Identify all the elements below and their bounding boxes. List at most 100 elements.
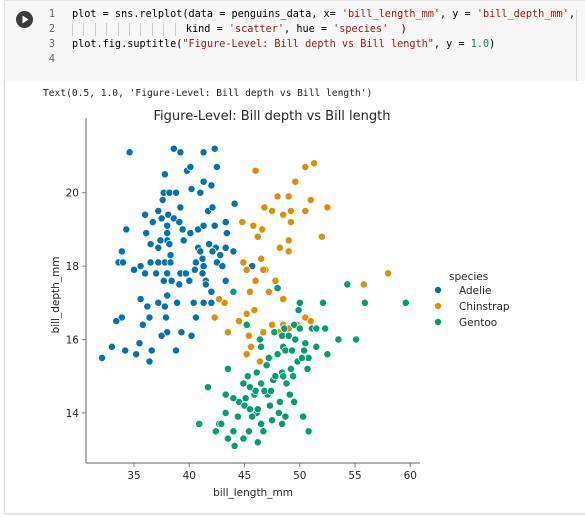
data-point-adelie — [157, 331, 166, 340]
data-point-adelie — [152, 269, 161, 278]
data-point-gentoo — [204, 383, 212, 392]
data-point-chinstrap — [264, 287, 273, 296]
data-point-adelie — [163, 229, 172, 238]
data-point-chinstrap — [286, 218, 295, 227]
data-point-gentoo — [267, 386, 275, 395]
data-point-gentoo — [401, 298, 410, 307]
data-point-gentoo — [239, 379, 248, 388]
data-point-adelie — [122, 225, 131, 234]
data-point-adelie — [175, 218, 184, 227]
data-point-gentoo — [256, 335, 264, 344]
data-point-adelie — [181, 269, 190, 278]
data-point-adelie — [130, 265, 138, 274]
data-point-adelie — [186, 163, 195, 171]
series-gentoo — [195, 280, 410, 450]
data-point-adelie — [230, 199, 239, 208]
data-point-adelie — [167, 276, 176, 285]
data-point-adelie — [159, 276, 168, 285]
data-point-chinstrap — [359, 280, 368, 289]
data-point-adelie — [190, 265, 199, 274]
x-tick-label: 45 — [238, 470, 251, 482]
legend-marker-gentoo — [434, 318, 442, 326]
data-point-chinstrap — [235, 317, 243, 326]
data-point-adelie — [210, 221, 219, 230]
data-point-adelie — [172, 346, 180, 355]
data-point-gentoo — [321, 324, 330, 333]
data-point-chinstrap — [239, 258, 248, 267]
data-point-adelie — [145, 313, 154, 322]
data-point-chinstrap — [284, 236, 293, 245]
data-point-adelie — [148, 218, 157, 227]
data-point-adelie — [175, 280, 184, 289]
data-point-adelie — [146, 240, 155, 249]
data-point-gentoo — [223, 434, 232, 443]
data-point-gentoo — [278, 331, 287, 340]
data-point-chinstrap — [257, 254, 266, 263]
data-point-adelie — [179, 236, 188, 245]
data-point-gentoo — [246, 405, 254, 414]
data-point-gentoo — [211, 427, 220, 436]
data-point-gentoo — [291, 335, 300, 344]
data-point-gentoo — [352, 335, 361, 344]
data-point-adelie — [221, 243, 230, 252]
data-point-chinstrap — [286, 207, 295, 215]
data-point-gentoo — [299, 412, 308, 421]
data-point-chinstrap — [251, 166, 260, 175]
data-point-adelie — [143, 302, 152, 311]
data-point-gentoo — [278, 419, 287, 428]
data-point-gentoo — [257, 419, 266, 428]
data-point-chinstrap — [310, 159, 319, 168]
data-point-adelie — [199, 298, 208, 307]
series-chinstrap — [210, 159, 393, 366]
data-point-gentoo — [284, 331, 293, 340]
data-point-gentoo — [239, 434, 248, 443]
data-point-adelie — [189, 298, 198, 307]
data-point-chinstrap — [223, 328, 232, 337]
data-point-adelie — [163, 221, 172, 230]
data-point-gentoo — [259, 427, 268, 436]
data-point-chinstrap — [306, 317, 315, 326]
data-point-chinstrap — [268, 207, 277, 215]
data-point-gentoo — [294, 306, 303, 315]
data-point-adelie — [141, 210, 150, 219]
data-point-chinstrap — [250, 306, 259, 315]
data-point-gentoo — [217, 419, 226, 428]
x-tick-label: 55 — [348, 470, 361, 482]
data-point-adelie — [117, 247, 126, 256]
data-point-gentoo — [279, 372, 288, 381]
data-point-adelie — [199, 262, 208, 271]
data-point-adelie — [221, 218, 230, 227]
data-point-chinstrap — [284, 247, 293, 256]
data-point-chinstrap — [323, 203, 332, 212]
data-point-adelie — [158, 196, 167, 204]
data-point-chinstrap — [251, 276, 260, 285]
data-point-adelie — [208, 203, 217, 212]
data-point-adelie — [185, 276, 194, 285]
data-point-adelie — [160, 170, 169, 179]
data-point-chinstrap — [291, 177, 300, 186]
chart-title: Figure-Level: Bill depth vs Bill length — [154, 109, 391, 124]
data-point-adelie — [212, 163, 221, 171]
x-tick-label: 35 — [127, 470, 140, 482]
y-tick-label: 14 — [66, 408, 80, 420]
data-point-adelie — [176, 148, 185, 157]
data-point-gentoo — [275, 397, 284, 406]
data-point-adelie — [187, 185, 196, 193]
data-point-gentoo — [260, 386, 269, 395]
data-point-gentoo — [286, 364, 295, 373]
data-point-adelie — [177, 328, 186, 337]
data-point-adelie — [156, 236, 165, 245]
data-point-chinstrap — [249, 221, 258, 230]
y-tick-label: 20 — [66, 188, 79, 200]
data-point-chinstrap — [238, 218, 247, 227]
x-ticks: 35 40 45 50 55 60 — [127, 463, 417, 482]
data-point-adelie — [154, 207, 163, 215]
legend: species Adelie Chinstrap Gentoo — [434, 271, 510, 329]
data-point-chinstrap — [247, 342, 256, 351]
x-tick-label: 50 — [293, 470, 306, 482]
data-point-gentoo — [221, 408, 230, 417]
data-point-adelie — [138, 320, 147, 329]
data-point-adelie — [107, 342, 116, 351]
data-point-gentoo — [257, 342, 266, 351]
data-point-adelie — [178, 225, 187, 234]
